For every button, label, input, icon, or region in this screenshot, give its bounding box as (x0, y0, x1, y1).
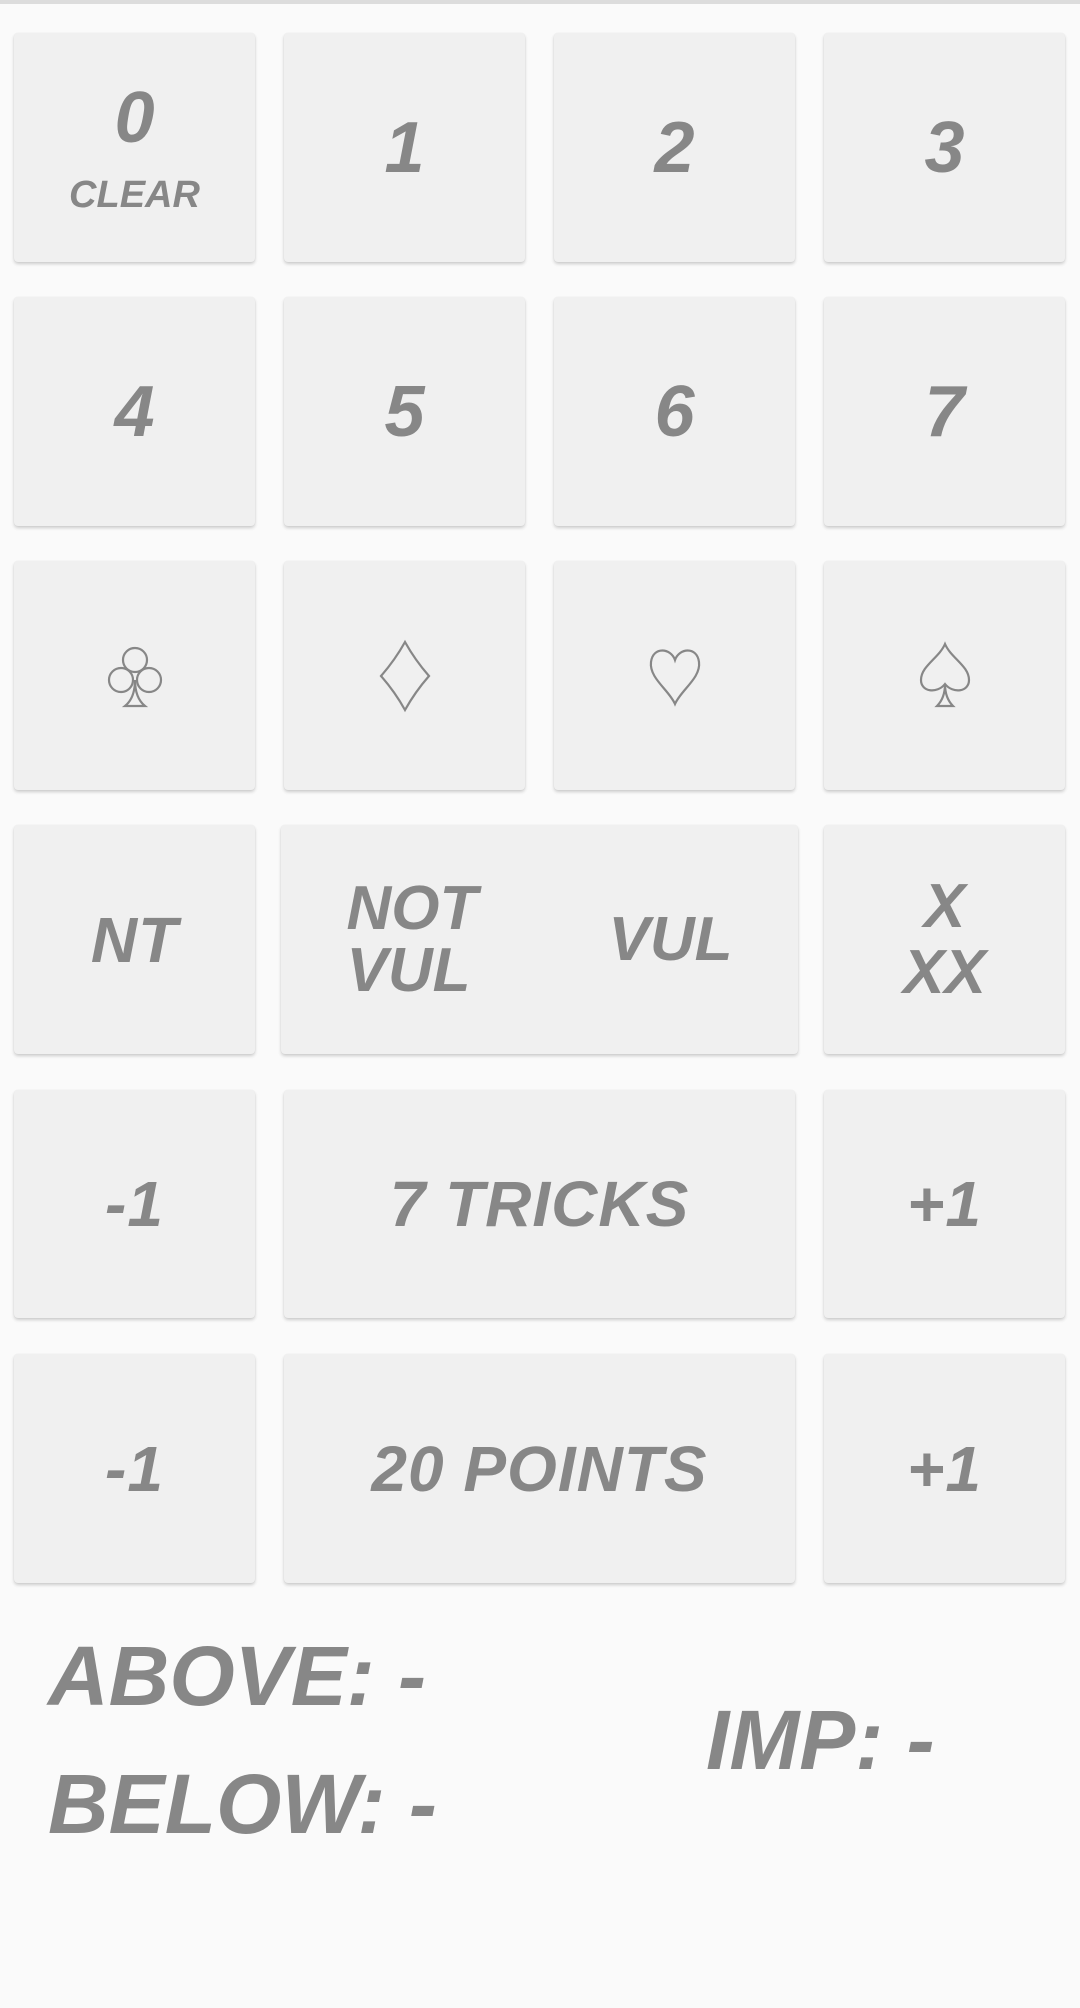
spade-icon (919, 640, 970, 707)
button-0-clear[interactable]: 0 CLEAR (14, 33, 255, 262)
redouble-label: XX (903, 937, 986, 1007)
button-label: 4 (114, 371, 155, 452)
button-label: 5 (384, 371, 425, 452)
button-sublabel: CLEAR (69, 173, 200, 216)
button-spades[interactable] (824, 561, 1065, 790)
diamond-icon (379, 639, 430, 712)
heart-icon (649, 648, 700, 707)
tricks-display[interactable]: 7 TRICKS (284, 1090, 795, 1318)
button-label: 6 (654, 371, 695, 452)
button-2[interactable]: 2 (554, 33, 795, 262)
button-label: +1 (907, 1432, 982, 1505)
button-label: 2 (654, 107, 695, 188)
imp-score: IMP: - (706, 1693, 935, 1787)
button-label: 0 (114, 77, 155, 158)
button-6[interactable]: 6 (554, 297, 795, 526)
button-diamonds[interactable] (284, 561, 525, 790)
button-double[interactable]: X XX (824, 825, 1065, 1054)
club-icon (107, 646, 162, 707)
button-notrump[interactable]: NT (14, 825, 255, 1054)
status-bar (0, 0, 1080, 4)
not-vul-line1: NOT (346, 873, 478, 943)
button-hearts[interactable] (554, 561, 795, 790)
button-label: 1 (384, 107, 425, 188)
button-label: NT (90, 903, 179, 976)
button-4[interactable]: 4 (14, 297, 255, 526)
button-label: 7 (924, 371, 965, 452)
tricks-minus-button[interactable]: -1 (14, 1090, 255, 1318)
button-clubs[interactable] (14, 561, 255, 790)
button-label: -1 (105, 1168, 164, 1240)
below-score: BELOW: - (48, 1757, 437, 1851)
button-7[interactable]: 7 (824, 297, 1065, 526)
double-label: X (923, 872, 966, 942)
button-3[interactable]: 3 (824, 33, 1065, 262)
tricks-plus-button[interactable]: +1 (824, 1090, 1065, 1318)
points-minus-button[interactable]: -1 (14, 1354, 255, 1583)
points-plus-button[interactable]: +1 (824, 1354, 1065, 1583)
not-vulnerable-option[interactable]: NOT VUL (346, 873, 478, 1005)
button-1[interactable]: 1 (284, 33, 525, 262)
button-label: -1 (105, 1432, 164, 1505)
points-display[interactable]: 20 POINTS (284, 1354, 795, 1583)
button-5[interactable]: 5 (284, 297, 525, 526)
points-label: 20 POINTS (371, 1432, 708, 1505)
button-label: +1 (907, 1168, 982, 1240)
not-vul-line2: VUL (346, 935, 471, 1005)
above-score: ABOVE: - (48, 1629, 426, 1723)
button-label: 3 (924, 107, 965, 188)
tricks-label: 7 TRICKS (389, 1168, 690, 1240)
vulnerable-option[interactable]: VUL (608, 908, 732, 971)
vulnerability-toggle[interactable]: NOT VUL VUL (281, 825, 798, 1054)
